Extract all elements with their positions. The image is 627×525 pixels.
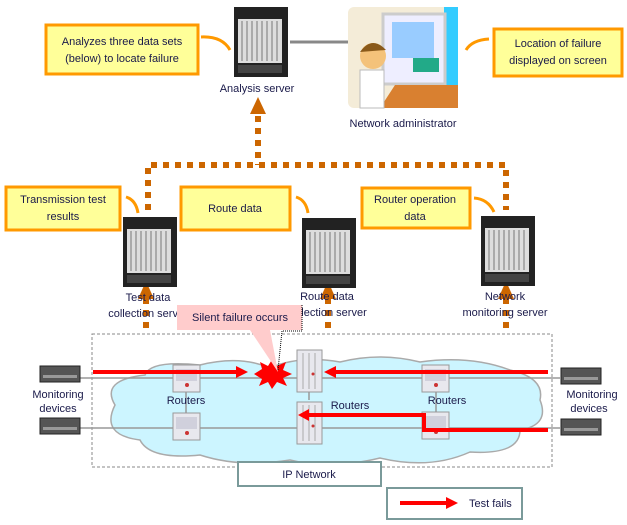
- transmission-callout-line2: results: [47, 211, 80, 223]
- callout-pointer-icon: [295, 195, 310, 214]
- screen-callout-line2: displayed on screen: [509, 55, 607, 67]
- router-icon: [296, 349, 323, 393]
- monitoring-devices-right-2: devices: [570, 403, 608, 415]
- analysis-callout-line2: (below) to locate failure: [65, 53, 179, 65]
- test-server-icon: [122, 216, 178, 288]
- diagram: Analyzes three data sets (below) to loca…: [0, 0, 627, 525]
- routers-label-center: Routers: [331, 400, 370, 412]
- transmission-callout-line1: Transmission test: [20, 194, 106, 206]
- monitoring-server-icon: [480, 215, 536, 287]
- router-icon: [421, 364, 450, 393]
- monitoring-devices-right-1: Monitoring: [566, 389, 617, 401]
- route-server-label-1: Route data: [300, 291, 355, 303]
- monitoring-device-icon: [39, 417, 81, 435]
- router-icon: [421, 411, 450, 440]
- ip-network-label-box: IP Network: [237, 461, 382, 487]
- test-server-label-1: Test data: [126, 292, 172, 304]
- monitoring-server-label-1: Network: [485, 291, 526, 303]
- router-operation-callout: Router operation data: [360, 186, 496, 230]
- callout-pointer-icon: [464, 37, 490, 51]
- monitoring-devices-left-2: devices: [39, 403, 77, 415]
- router-op-callout-line1: Router operation: [374, 194, 456, 206]
- diagram-canvas: Analyzes three data sets (below) to loca…: [4, 6, 624, 520]
- monitoring-devices-left-1: Monitoring: [32, 389, 83, 401]
- route-server-icon: [301, 217, 357, 289]
- transmission-callout: Transmission test results: [4, 185, 140, 232]
- monitoring-server-label-2: monitoring server: [463, 307, 548, 319]
- test-server-label-2: collection server: [108, 308, 188, 320]
- router-icon: [296, 401, 323, 445]
- arrow-up-icon: [250, 97, 266, 114]
- route-callout: Route data: [179, 185, 310, 232]
- router-icon: [172, 364, 201, 393]
- analysis-server-label: Analysis server: [220, 83, 295, 95]
- route-callout-text: Route data: [208, 203, 263, 215]
- router-op-callout-line2: data: [404, 211, 426, 223]
- ip-network-label: IP Network: [282, 469, 336, 481]
- screen-callout: Location of failure displayed on screen: [464, 27, 624, 78]
- screen-callout-line1: Location of failure: [515, 38, 602, 50]
- network-administrator-icon: [348, 7, 458, 109]
- monitoring-device-icon: [560, 418, 602, 436]
- analysis-server-icon: [233, 6, 289, 78]
- callout-pointer-icon: [473, 196, 496, 213]
- routers-label-right: Routers: [428, 395, 467, 407]
- monitoring-device-icon: [39, 365, 81, 383]
- silent-failure-text: Silent failure occurs: [192, 312, 288, 324]
- analysis-callout-line1: Analyzes three data sets: [62, 36, 183, 48]
- router-icon: [172, 412, 201, 441]
- callout-pointer-icon: [125, 195, 140, 214]
- routers-label-left: Routers: [167, 395, 206, 407]
- analysis-callout: Analyzes three data sets (below) to loca…: [44, 23, 232, 76]
- legend: Test fails: [386, 487, 523, 520]
- legend-test-fails: Test fails: [469, 498, 512, 510]
- network-administrator-label: Network administrator: [350, 118, 457, 130]
- callout-pointer-icon: [200, 35, 232, 51]
- monitoring-device-icon: [560, 367, 602, 385]
